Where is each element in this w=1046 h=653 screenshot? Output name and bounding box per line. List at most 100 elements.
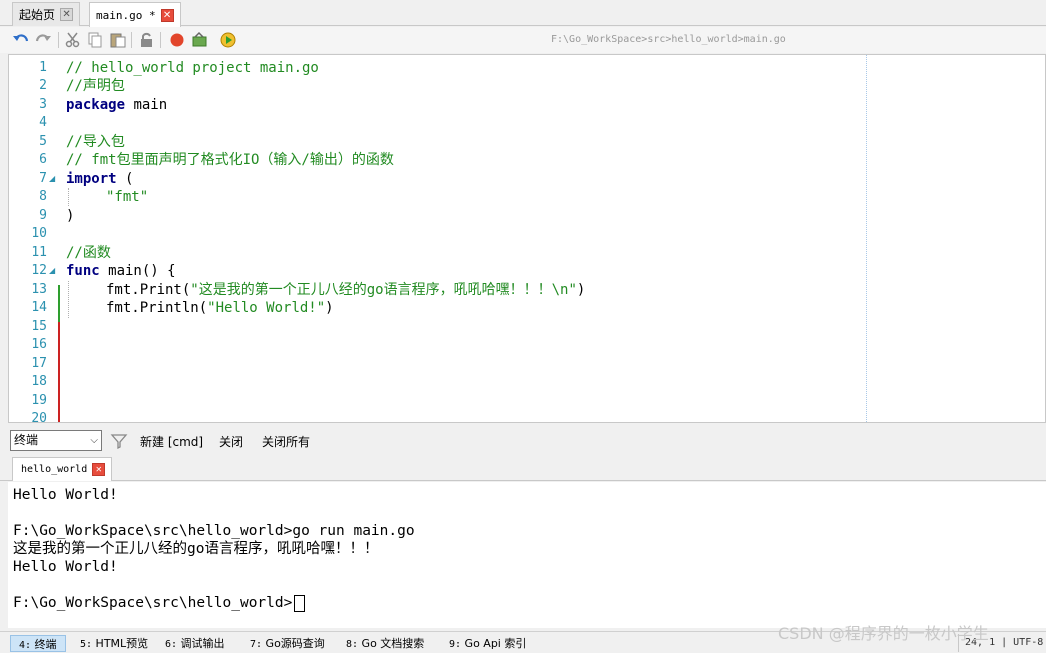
terminal-line: F:\Go_WorkSpace\src\hello_world>go run m… [13, 523, 415, 539]
status-tab-go-api-index[interactable]: 9: Go Api 索引 [441, 635, 534, 652]
lock-icon [141, 32, 152, 47]
toolbar-separator [58, 32, 59, 48]
status-tab-go-source[interactable]: 7: Go源码查询 [242, 635, 333, 652]
cut-button[interactable] [63, 30, 83, 50]
tab-hello-world[interactable]: hello_world ✕ [12, 457, 113, 481]
line-number: 12 [31, 263, 47, 278]
close-button[interactable]: 关闭 [219, 433, 243, 450]
keyword: package [66, 97, 126, 113]
file-tab-bar: 起始页 ✕ main.go * ✕ [0, 0, 1046, 27]
toolbar-separator [131, 32, 132, 48]
status-tab-label: Go源码查询 [265, 637, 325, 650]
code-line: import ( [66, 170, 133, 189]
status-tab-html-preview[interactable]: 5: HTML预览 [72, 635, 156, 652]
new-cmd-button[interactable]: 新建 [cmd] [140, 433, 203, 450]
fold-marker-icon[interactable]: ◢ [49, 262, 55, 281]
run-icon [220, 32, 236, 48]
save-button[interactable] [137, 30, 157, 50]
terminal-prompt-line: F:\Go_WorkSpace\src\hello_world> [13, 594, 306, 612]
undo-icon [13, 34, 29, 42]
terminal-cursor[interactable] [294, 594, 306, 612]
run-button[interactable] [218, 30, 238, 50]
keyword: func [66, 263, 100, 279]
tab-main-go[interactable]: main.go * ✕ [89, 2, 181, 27]
code-line: fmt.Println("Hello World!") [106, 299, 334, 318]
line-number: 4 [39, 115, 47, 130]
indent-guide [68, 188, 69, 206]
scissors-icon [65, 32, 80, 48]
string-literal: "fmt" [106, 189, 149, 205]
paste-button[interactable] [108, 30, 128, 50]
terminal-line: 这是我的第一个正儿八经的go语言程序，吼吼哈嘿！！！ [13, 541, 379, 557]
line-number: 9 [39, 208, 47, 223]
tab-hello-world-label: hello_world [21, 464, 88, 475]
line-number: 3 [39, 97, 47, 112]
toolbar: F:\Go_WorkSpace>src>hello_world>main.go [0, 27, 1046, 53]
filter-icon[interactable] [110, 432, 128, 450]
line-number: 8 [39, 189, 47, 204]
terminal-line: Hello World! [13, 487, 118, 503]
right-margin-guide [866, 55, 867, 422]
code-text: fmt.Println( [106, 300, 208, 316]
status-tab-go-doc-search[interactable]: 8: Go 文档搜索 [338, 635, 432, 652]
line-number: 7 [39, 171, 47, 186]
watermark: CSDN @程序界的一枚小学生 [778, 624, 989, 643]
code-line: "fmt" [106, 188, 148, 207]
saved-change-marker [58, 285, 60, 322]
line-number: 16 [31, 337, 47, 352]
close-icon[interactable]: ✕ [92, 463, 106, 476]
line-number: 2 [39, 78, 47, 93]
copy-icon [88, 32, 102, 48]
string-literal: "Hello World!" [207, 300, 326, 316]
code-line: package main [66, 96, 167, 115]
build-button[interactable] [190, 30, 210, 50]
output-type-select[interactable]: 终端 ⌵ [10, 430, 102, 451]
line-number: 15 [31, 319, 47, 334]
stop-button[interactable] [167, 30, 187, 50]
status-tab-num: 8: [346, 639, 359, 650]
build-icon [192, 31, 207, 47]
code-editor[interactable]: 1 2 3 4 5 6 7 8 9 10 11 12 13 14 15 16 1… [8, 54, 1046, 423]
redo-button[interactable] [33, 30, 53, 50]
code-text: main [125, 97, 168, 113]
close-icon[interactable]: ✕ [160, 8, 174, 22]
code-line: fmt.Print("这是我的第一个正儿八经的go语言程序，吼吼哈嘿！！！\n"… [106, 281, 585, 300]
code-area[interactable]: // hello_world project main.go //声明包 pac… [66, 55, 1045, 422]
status-tab-num: 4: [19, 640, 32, 651]
status-tab-label: 调试输出 [180, 637, 225, 650]
status-tab-num: 9: [449, 639, 462, 650]
code-line: //导入包 [66, 134, 125, 150]
status-tab-num: 7: [250, 639, 263, 650]
code-line: func main() { [66, 262, 176, 281]
code-line: // fmt包里面声明了格式化IO（输入/输出）的函数 [66, 152, 394, 168]
output-tab-bar: hello_world ✕ [0, 456, 1046, 481]
close-all-button[interactable]: 关闭所有 [262, 433, 310, 450]
terminal-line: Hello World! [13, 559, 118, 575]
line-number: 6 [39, 152, 47, 167]
code-line: ) [66, 208, 75, 224]
terminal-output[interactable]: Hello World! F:\Go_WorkSpace\src\hello_w… [8, 482, 1046, 628]
status-tab-terminal[interactable]: 4: 终端 [10, 635, 66, 652]
status-tab-label: HTML预览 [95, 637, 149, 650]
code-text: ) [576, 282, 586, 298]
fold-marker-icon[interactable]: ◢ [49, 170, 55, 189]
code-line: //函数 [66, 245, 111, 261]
status-tab-num: 5: [80, 639, 93, 650]
tab-start-page[interactable]: 起始页 ✕ [12, 2, 81, 26]
code-text: ( [116, 171, 134, 187]
line-number: 10 [31, 226, 47, 241]
code-text: ) [325, 300, 334, 316]
keyword: import [66, 171, 117, 187]
close-icon[interactable]: ✕ [60, 8, 74, 21]
line-number: 20 [31, 411, 47, 423]
code-text: fmt.Print( [106, 282, 191, 298]
record-icon [170, 33, 184, 47]
line-number: 13 [31, 282, 47, 297]
copy-button[interactable] [85, 30, 105, 50]
file-path: F:\Go_WorkSpace>src>hello_world>main.go [551, 34, 786, 45]
redo-icon [35, 34, 51, 42]
chevron-down-icon: ⌵ [90, 435, 98, 446]
output-toolbar: 终端 ⌵ 新建 [cmd] 关闭 关闭所有 [0, 428, 1046, 454]
status-tab-debug-output[interactable]: 6: 调试输出 [157, 635, 233, 652]
undo-button[interactable] [11, 30, 31, 50]
